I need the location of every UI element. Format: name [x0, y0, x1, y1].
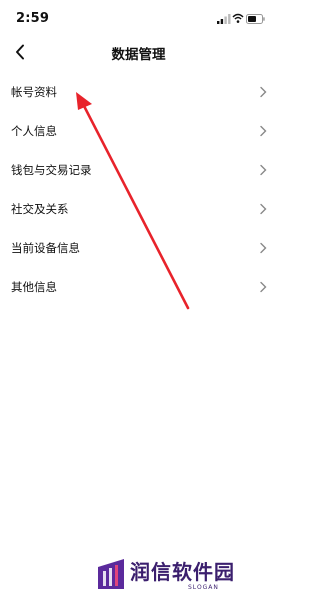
menu-item-wallet-transactions[interactable]: 钱包与交易记录 [0, 150, 277, 189]
chevron-right-icon [260, 86, 267, 98]
chevron-right-icon [260, 281, 267, 293]
menu-item-label: 帐号资料 [11, 84, 57, 99]
status-bar: 2:59 [0, 0, 277, 38]
watermark-slogan: SLOGAN [188, 584, 219, 591]
chevron-right-icon [260, 203, 267, 215]
menu-item-label: 当前设备信息 [11, 240, 80, 255]
menu-item-account-profile[interactable]: 帐号资料 [0, 72, 277, 111]
watermark-name: 润信软件园 [130, 560, 235, 584]
watermark: 润信软件园 SLOGAN [96, 555, 272, 597]
page-title: 数据管理 [111, 47, 166, 63]
navigation-bar: 数据管理 [0, 38, 277, 68]
chevron-right-icon [260, 125, 267, 137]
status-time: 2:59 [16, 11, 50, 26]
data-menu-list: 帐号资料 个人信息 钱包与交易记录 社交及关系 当前设备信息 其他信息 [0, 72, 277, 306]
menu-item-social-relations[interactable]: 社交及关系 [0, 189, 277, 228]
menu-item-label: 个人信息 [11, 123, 57, 138]
menu-item-label: 钱包与交易记录 [11, 162, 92, 177]
menu-item-other-info[interactable]: 其他信息 [0, 267, 277, 306]
chevron-right-icon [260, 242, 267, 254]
menu-item-label: 社交及关系 [11, 201, 69, 216]
menu-item-device-info[interactable]: 当前设备信息 [0, 228, 277, 267]
chevron-right-icon [260, 164, 267, 176]
watermark-logo-icon [98, 559, 124, 589]
battery-icon [246, 14, 265, 24]
menu-item-label: 其他信息 [11, 279, 57, 294]
menu-item-personal-info[interactable]: 个人信息 [0, 111, 277, 150]
signal-icon [217, 14, 231, 24]
wifi-icon [232, 13, 244, 23]
